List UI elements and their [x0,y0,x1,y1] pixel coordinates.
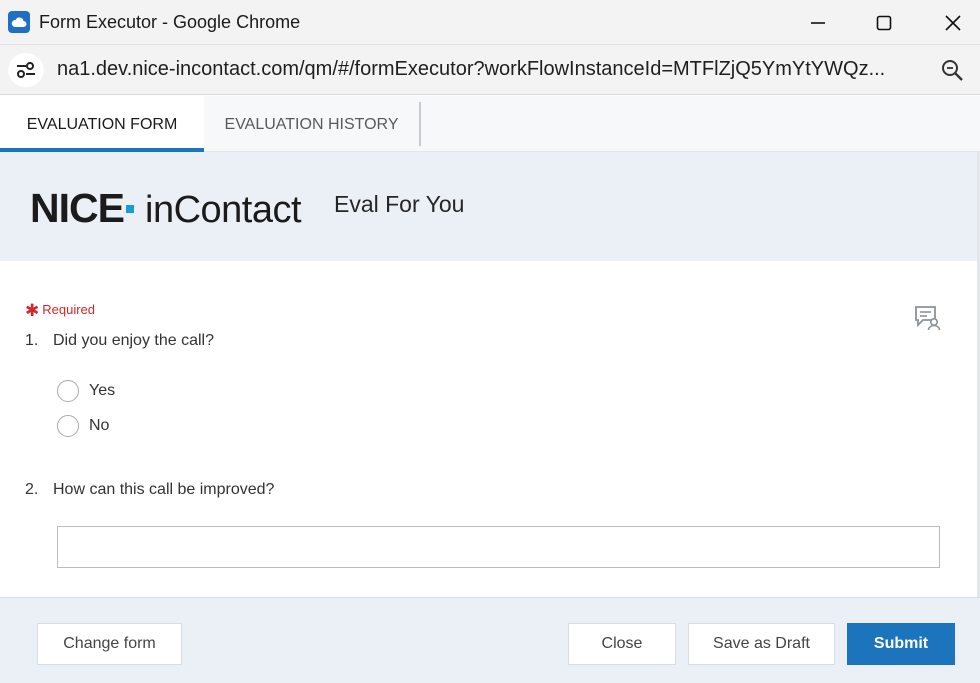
question-2-text: How can this call be improved? [53,481,275,498]
radio-no-label[interactable]: No [89,417,109,435]
required-asterisk-icon: ✱ [25,301,40,320]
tab-evaluation-form[interactable]: EVALUATION FORM [0,96,204,152]
minimize-button[interactable] [795,6,841,40]
radio-yes[interactable] [57,380,79,402]
svg-text:NICE: NICE [30,188,124,228]
tune-icon [17,62,35,78]
radio-yes-label[interactable]: Yes [89,382,115,400]
required-indicator: ✱ Required [25,301,96,320]
nice-incontact-logo: NICE inContact [30,185,310,233]
address-bar: na1.dev.nice-incontact.com/qm/#/formExec… [0,45,980,95]
change-form-button[interactable]: Change form [37,623,182,665]
close-button[interactable]: Close [568,623,676,665]
required-label: Required [42,302,96,317]
site-info-button[interactable] [8,53,44,87]
tab-evaluation-history[interactable]: EVALUATION HISTORY [204,102,421,146]
window-titlebar: Form Executor - Google Chrome [0,0,980,45]
radio-no[interactable] [57,415,79,437]
tab-bar: EVALUATION FORM EVALUATION HISTORY [0,96,980,152]
question-1-text: Did you enjoy the call? [53,332,214,349]
close-window-button[interactable] [930,6,976,40]
comment-reviewer-icon[interactable] [914,305,941,336]
cloud-app-icon [8,11,30,33]
question-2-number: 2. [25,481,39,498]
submit-button[interactable]: Submit [847,623,955,665]
svg-text:inContact: inContact [145,189,302,228]
window-title: Form Executor - Google Chrome [39,12,301,32]
zoom-icon[interactable] [940,58,964,87]
form-header: NICE inContact Eval For You [0,152,980,261]
save-as-draft-button[interactable]: Save as Draft [688,623,835,665]
question-1-number: 1. [25,332,39,349]
form-title: Eval For You [334,191,465,217]
url-text[interactable]: na1.dev.nice-incontact.com/qm/#/formExec… [57,58,919,81]
maximize-button[interactable] [861,6,907,40]
form-footer: Change form Close Save as Draft Submit [0,597,980,683]
improvement-text-input[interactable] [57,526,940,568]
